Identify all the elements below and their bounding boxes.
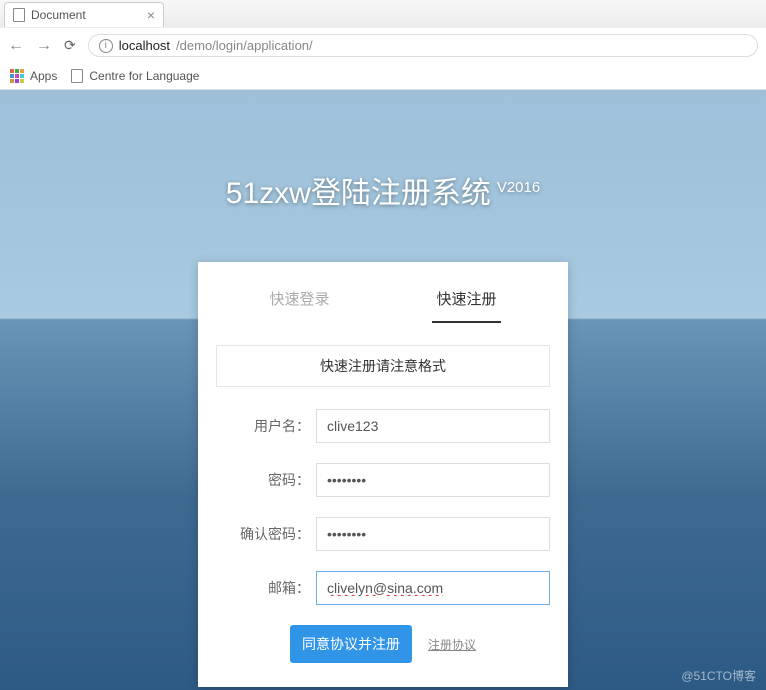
tab-title: Document: [31, 8, 86, 22]
watermark: @51CTO博客: [681, 667, 756, 684]
notice-bar: 快速注册请注意格式: [216, 345, 550, 387]
tab-register[interactable]: 快速注册: [432, 276, 500, 323]
confirm-password-input[interactable]: [316, 517, 550, 551]
form-row-password: 密码：: [216, 463, 550, 497]
reload-icon[interactable]: ⟳: [64, 37, 76, 54]
url-path: /demo/login/application/: [176, 38, 313, 53]
email-label: 邮箱：: [216, 578, 316, 598]
close-icon[interactable]: ×: [147, 7, 155, 23]
form-row-confirm: 确认密码：: [216, 517, 550, 551]
auth-card: 快速登录 快速注册 快速注册请注意格式 用户名： 密码： 确认密码： 邮箱： 同…: [198, 262, 568, 687]
nav-bar: ← → ⟳ i localhost/demo/login/application…: [0, 28, 766, 63]
form-row-username: 用户名：: [216, 409, 550, 443]
url-bar[interactable]: i localhost/demo/login/application/: [88, 34, 758, 57]
auth-tabs: 快速登录 快速注册: [216, 276, 550, 323]
document-icon: [71, 69, 83, 83]
page-title: 51zxw登陆注册系统V2016: [0, 90, 766, 212]
info-icon[interactable]: i: [99, 39, 113, 53]
apps-icon: [10, 69, 24, 83]
email-input[interactable]: [316, 571, 550, 605]
back-icon[interactable]: ←: [8, 37, 24, 55]
form-row-email: 邮箱：: [216, 571, 550, 605]
password-input[interactable]: [316, 463, 550, 497]
tab-login[interactable]: 快速登录: [265, 276, 333, 323]
tab-bar: Document ×: [0, 0, 766, 28]
agreement-link[interactable]: 注册协议: [428, 636, 476, 653]
bookmark-item[interactable]: Centre for Language: [71, 69, 199, 83]
page-viewport: 51zxw登陆注册系统V2016 快速登录 快速注册 快速注册请注意格式 用户名…: [0, 90, 766, 690]
form-actions: 同意协议并注册 注册协议: [216, 625, 550, 663]
username-label: 用户名：: [216, 416, 316, 436]
username-input[interactable]: [316, 409, 550, 443]
url-host: localhost: [119, 38, 170, 53]
browser-tab[interactable]: Document ×: [4, 2, 164, 27]
version-badge: V2016: [497, 179, 540, 196]
forward-icon[interactable]: →: [36, 37, 52, 55]
submit-button[interactable]: 同意协议并注册: [290, 625, 412, 663]
apps-button[interactable]: Apps: [10, 69, 57, 83]
confirm-label: 确认密码：: [216, 524, 316, 544]
bookmarks-bar: Apps Centre for Language: [0, 63, 766, 89]
document-icon: [13, 8, 25, 22]
password-label: 密码：: [216, 470, 316, 490]
